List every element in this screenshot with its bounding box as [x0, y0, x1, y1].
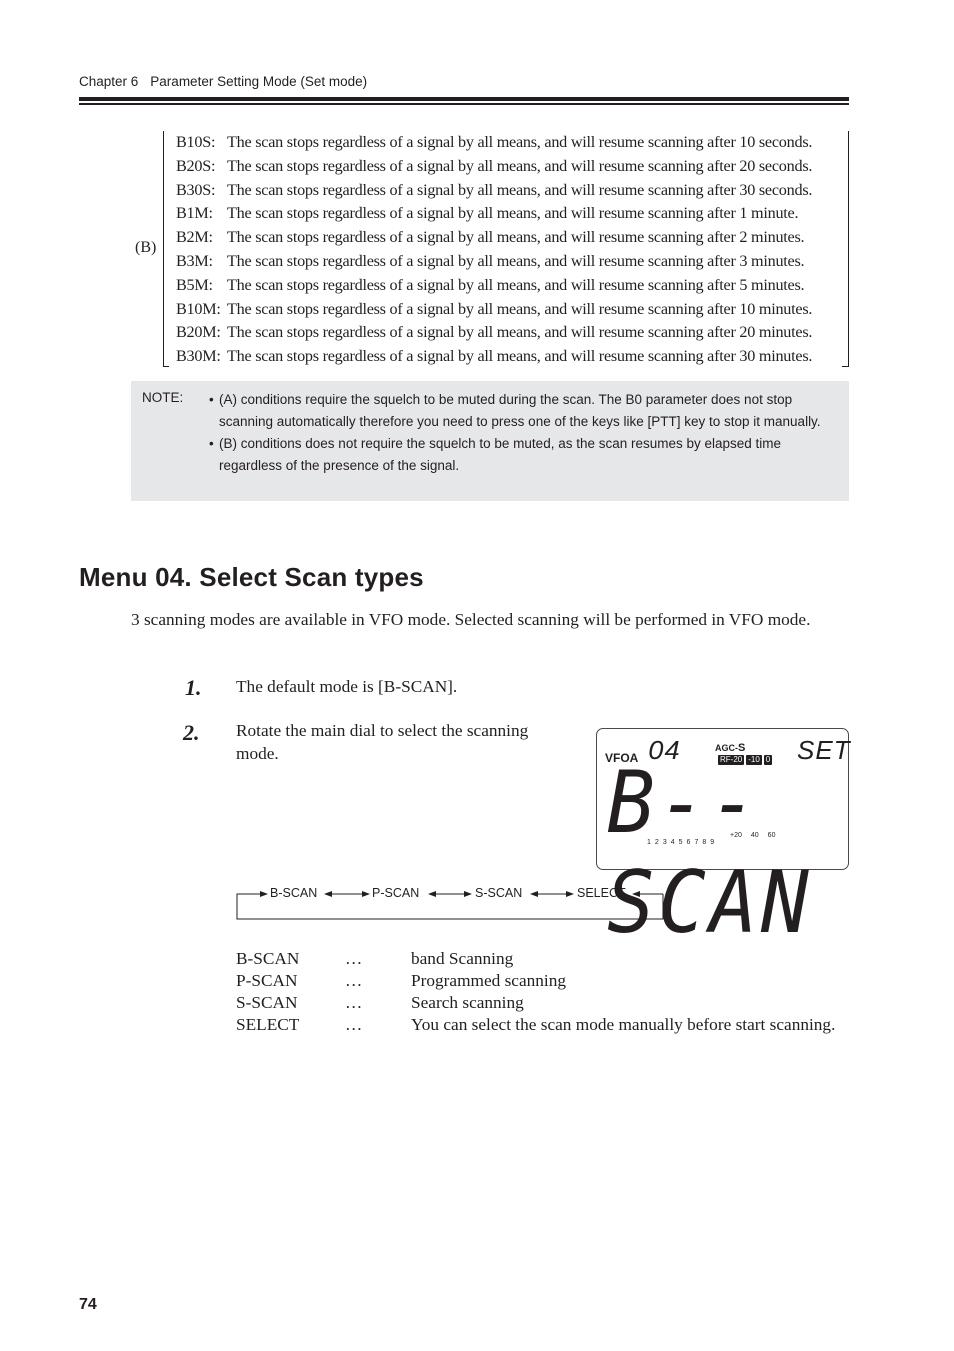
definition-term: P-SCAN — [236, 971, 298, 990]
definition-desc: You can select the scan mode manually be… — [411, 1015, 836, 1034]
page-number: 74 — [79, 1296, 97, 1313]
note-label: NOTE: — [142, 390, 184, 405]
bracket-right — [848, 131, 849, 367]
definition-dots: … — [345, 1015, 363, 1034]
arrow-right-icon — [464, 891, 472, 897]
step-number: 2. — [183, 720, 200, 745]
condition-code: B5M: — [176, 275, 213, 294]
condition-code: B30M: — [176, 347, 221, 366]
condition-code: B20S: — [176, 156, 216, 175]
condition-code: B20M: — [176, 323, 221, 342]
running-header: Chapter 6 Parameter Setting Mode (Set mod… — [79, 74, 367, 89]
db-tick: 40 — [750, 832, 759, 839]
arrow-left-icon — [324, 891, 332, 897]
s-meter-tick: 3 — [662, 839, 667, 846]
condition-code: B3M: — [176, 251, 213, 270]
note-item: • (B) conditions does not require the sq… — [209, 433, 839, 477]
condition-row: B20S: The scan stops regardless of a sign… — [176, 155, 846, 179]
condition-text: The scan stops regardless of a signal by… — [227, 299, 813, 318]
arrow-left-icon — [428, 891, 436, 897]
step-number: 1. — [185, 675, 202, 700]
condition-text: The scan stops regardless of a signal by… — [227, 180, 813, 199]
s-meter-tick: 9 — [710, 839, 715, 846]
chapter-title: Parameter Setting Mode (Set mode) — [150, 74, 368, 89]
note-box: NOTE: • (A) conditions require the squel… — [131, 381, 849, 501]
condition-row: B2M: The scan stops regardless of a signa… — [176, 226, 846, 250]
db-tick: 60 — [767, 832, 776, 839]
bracket-left-foot — [163, 366, 169, 367]
flow-item-b-scan: B-SCAN — [270, 886, 318, 900]
definition-term: SELECT — [236, 1015, 300, 1034]
condition-text: The scan stops regardless of a signal by… — [227, 228, 805, 247]
condition-code: B10S: — [176, 133, 216, 151]
definition-desc: Search scanning — [411, 993, 524, 1012]
arrow-right-icon — [260, 891, 268, 897]
condition-code: B2M: — [176, 228, 213, 247]
condition-text: The scan stops regardless of a signal by… — [227, 323, 813, 342]
s-meter-tick: 8 — [702, 839, 707, 846]
lcd-agc-label: AGC- — [715, 743, 738, 753]
s-meter-tick: 1 — [647, 839, 651, 846]
condition-code: B1M: — [176, 204, 213, 223]
section-title: Menu 04. Select Scan types — [79, 562, 424, 592]
note-text: (B) conditions does not require the sque… — [219, 436, 782, 473]
note-item: • (A) conditions require the squelch to … — [209, 389, 839, 433]
definition-term: S-SCAN — [236, 993, 298, 1012]
header-rule-thin — [79, 103, 849, 105]
condition-row: B20M: The scan stops regardless of a sign… — [176, 321, 846, 345]
s-meter-tick: 6 — [686, 839, 691, 846]
condition-code: B10M: — [176, 299, 221, 318]
condition-text: The scan stops regardless of a signal by… — [227, 251, 805, 270]
s-meter-tick: 7 — [694, 839, 699, 846]
condition-row: B5M: The scan stops regardless of a signa… — [176, 274, 846, 298]
condition-text: The scan stops regardless of a signal by… — [227, 347, 813, 366]
condition-text: The scan stops regardless of a signal by… — [227, 133, 813, 151]
db-tick: +20 — [730, 832, 742, 839]
definition-dots: … — [345, 993, 363, 1012]
condition-group-label: (B) — [135, 239, 157, 256]
lcd-display: VFOA 04 AGC-S RF-20 -10 0 SET B--SCAN 1 … — [596, 728, 850, 953]
bullet-icon: • — [209, 436, 214, 451]
bullet-icon: • — [209, 392, 214, 407]
step-text: The default mode is [B-SCAN]. — [236, 677, 458, 696]
bracket-left — [163, 131, 164, 367]
flow-item-p-scan: P-SCAN — [372, 886, 420, 900]
definition-desc: Programmed scanning — [411, 971, 567, 990]
condition-code: B30S: — [176, 180, 216, 199]
scan-mode-cycle-diagram: B-SCAN P-SCAN S-SCAN SELECT — [236, 880, 664, 920]
lcd-main-text: B--SCAN — [607, 753, 813, 953]
flow-item-select: SELECT — [577, 886, 626, 900]
header-rule-thick — [79, 97, 849, 101]
condition-row: B10M: The scan stops regardless of a sign… — [176, 298, 846, 322]
arrow-right-icon — [362, 891, 370, 897]
s-meter-tick: 2 — [654, 839, 659, 846]
s-meter-tick: 5 — [678, 839, 683, 846]
s-meter-tick: 4 — [670, 839, 675, 846]
condition-row: B10S: The scan stops regardless of a sign… — [176, 131, 846, 155]
definition-dots: … — [345, 949, 363, 968]
definition-desc: band Scanning — [411, 949, 514, 968]
condition-list: B10S: The scan stops regardless of a sign… — [176, 131, 846, 369]
lcd-s-meter-scale: 1 2 3 4 5 6 7 8 9 — [647, 839, 714, 846]
condition-text: The scan stops regardless of a signal by… — [227, 156, 813, 175]
section-intro: 3 scanning modes are available in VFO mo… — [131, 610, 811, 629]
condition-text: The scan stops regardless of a signal by… — [227, 275, 805, 294]
condition-text: The scan stops regardless of a signal by… — [227, 204, 799, 223]
flow-item-s-scan: S-SCAN — [475, 886, 523, 900]
condition-row: B3M: The scan stops regardless of a signa… — [176, 250, 846, 274]
condition-row: B30M: The scan stops regardless of a sign… — [176, 345, 846, 369]
definition-dots: … — [345, 971, 363, 990]
arrow-right-icon — [566, 891, 574, 897]
arrow-left-icon — [530, 891, 538, 897]
condition-row: B1M: The scan stops regardless of a signa… — [176, 202, 846, 226]
chapter-number: Chapter 6 — [79, 74, 139, 89]
definition-term: B-SCAN — [236, 949, 300, 968]
step-text: Rotate the main dial to select the scann… — [236, 721, 529, 763]
arrow-left-icon — [632, 891, 640, 897]
note-text: (A) conditions require the squelch to be… — [219, 392, 821, 429]
condition-row: B30S: The scan stops regardless of a sign… — [176, 179, 846, 203]
note-list: • (A) conditions require the squelch to … — [209, 389, 839, 477]
lcd-db-scale: +20 40 60 — [730, 832, 775, 839]
